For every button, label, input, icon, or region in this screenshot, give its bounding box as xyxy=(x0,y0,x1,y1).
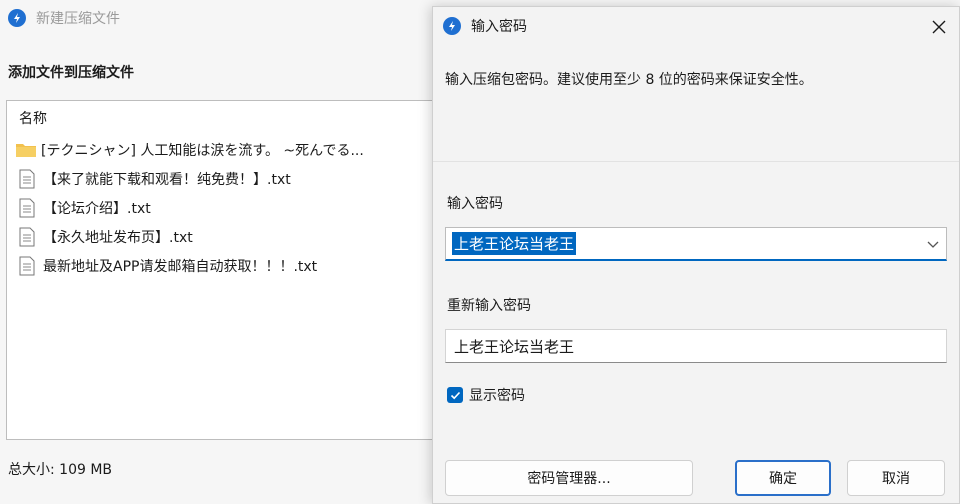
list-item[interactable]: 【永久地址发布页】.txt xyxy=(7,222,445,251)
close-button[interactable] xyxy=(927,15,951,39)
dialog-description: 输入压缩包密码。建议使用至少 8 位的密码来保证安全性。 xyxy=(445,72,813,88)
text-file-icon xyxy=(19,256,35,275)
divider xyxy=(433,161,959,162)
app-logo-icon xyxy=(8,9,26,27)
password-combobox[interactable]: 上老王论坛当老王 xyxy=(445,227,947,261)
text-file-icon xyxy=(19,227,35,246)
list-item-label: 【论坛介绍】.txt xyxy=(43,200,151,217)
list-item-label: [テクニシャン] 人工知能は涙を流す。 ~死んでる... xyxy=(41,142,364,159)
password-dialog: 输入密码 输入压缩包密码。建议使用至少 8 位的密码来保证安全性。 输入密码 上… xyxy=(432,6,960,504)
dialog-titlebar: 输入密码 xyxy=(433,7,959,45)
reenter-password-input[interactable]: 上老王论坛当老王 xyxy=(445,329,947,363)
section-title: 添加文件到压缩文件 xyxy=(8,65,134,81)
list-item[interactable]: 最新地址及APP请发邮箱自动获取！！！.txt xyxy=(7,251,445,280)
show-password-checkbox[interactable]: 显示密码 xyxy=(447,385,525,405)
ok-button[interactable]: 确定 xyxy=(735,460,831,496)
cancel-button[interactable]: 取消 xyxy=(847,460,945,496)
folder-icon xyxy=(16,143,36,157)
chevron-down-icon[interactable] xyxy=(926,237,940,251)
password-value: 上老王论坛当老王 xyxy=(452,232,577,255)
list-item-label: 【永久地址发布页】.txt xyxy=(43,229,193,246)
total-size: 总大小: 109 MB xyxy=(8,462,113,478)
file-list[interactable]: 名称 [テクニシャン] 人工知能は涙を流す。 ~死んでる... 【来了就能下载和… xyxy=(6,100,446,440)
background-titlebar: 新建压缩文件 xyxy=(0,0,440,36)
list-item[interactable]: [テクニシャン] 人工知能は涙を流す。 ~死んでる... xyxy=(7,135,445,164)
list-item-label: 最新地址及APP请发邮箱自动获取！！！.txt xyxy=(43,258,318,275)
list-item-label: 【来了就能下载和观看！纯免费！】.txt xyxy=(43,171,291,188)
password-label: 输入密码 xyxy=(447,196,503,212)
password-manager-button[interactable]: 密码管理器... xyxy=(445,460,693,496)
show-password-label: 显示密码 xyxy=(469,388,525,404)
dialog-title: 输入密码 xyxy=(471,19,527,35)
list-item[interactable]: 【论坛介绍】.txt xyxy=(7,193,445,222)
app-logo-icon xyxy=(443,17,461,35)
close-icon xyxy=(932,20,946,34)
text-file-icon xyxy=(19,169,35,188)
reenter-password-label: 重新输入密码 xyxy=(447,298,531,314)
list-item[interactable]: 【来了就能下载和观看！纯免费！】.txt xyxy=(7,164,445,193)
background-window-title: 新建压缩文件 xyxy=(36,11,120,27)
text-file-icon xyxy=(19,198,35,217)
checkbox-checked-icon[interactable] xyxy=(447,387,463,403)
column-header-name[interactable]: 名称 xyxy=(7,101,445,135)
